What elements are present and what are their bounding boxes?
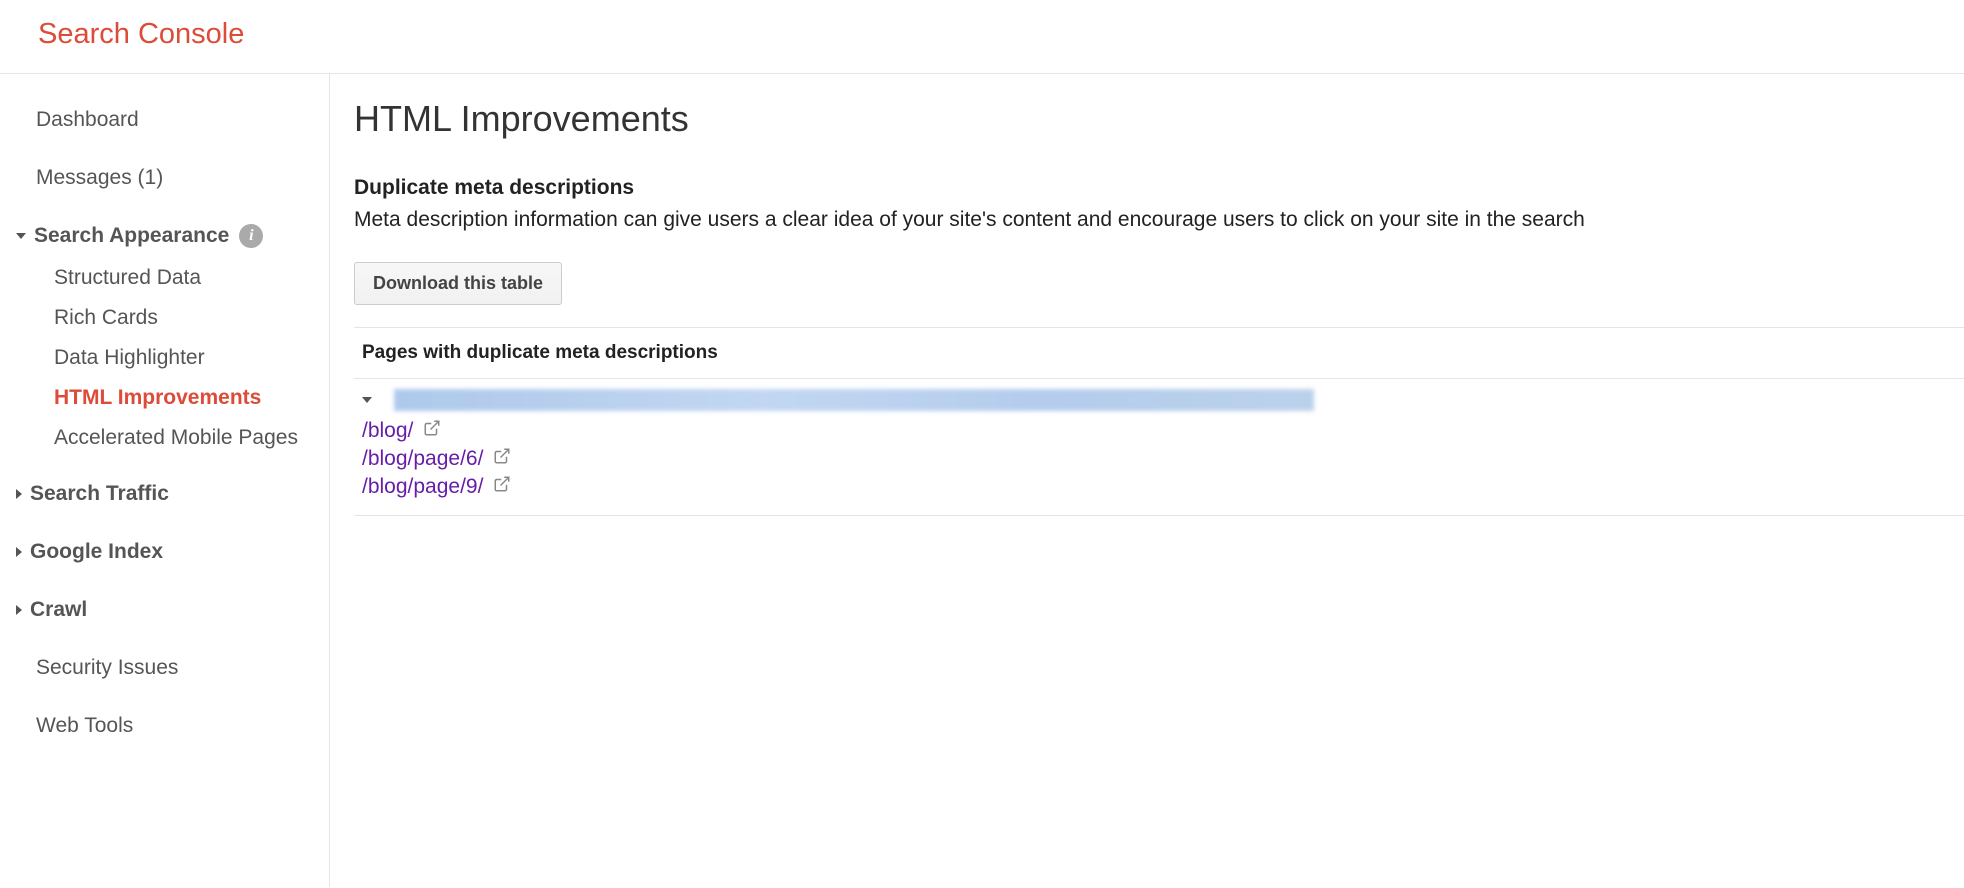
sidebar-section-label: Search Traffic — [30, 482, 169, 506]
external-link-icon[interactable] — [493, 475, 511, 499]
sidebar-item-dashboard[interactable]: Dashboard — [0, 98, 329, 142]
layout: Dashboard Messages (1) Search Appearance… — [0, 74, 1964, 887]
table-row: /blog/ /blog/page/6/ /blog/page/9/ — [354, 379, 1964, 516]
sidebar: Dashboard Messages (1) Search Appearance… — [0, 74, 330, 887]
url-link[interactable]: /blog/page/9/ — [362, 473, 1956, 501]
sidebar-item-html-improvements[interactable]: HTML Improvements — [0, 378, 329, 418]
sidebar-item-messages[interactable]: Messages (1) — [0, 156, 329, 200]
main-content: HTML Improvements Duplicate meta descrip… — [330, 74, 1964, 887]
url-text: /blog/page/9/ — [362, 475, 483, 499]
section-header: Duplicate meta descriptions — [354, 176, 1964, 200]
sidebar-section-label: Google Index — [30, 540, 163, 564]
external-link-icon[interactable] — [423, 419, 441, 443]
sidebar-item-data-highlighter[interactable]: Data Highlighter — [0, 338, 329, 378]
url-text: /blog/ — [362, 419, 413, 443]
sidebar-item-amp[interactable]: Accelerated Mobile Pages — [0, 418, 329, 458]
caret-down-icon — [16, 233, 26, 239]
sidebar-section-label: Crawl — [30, 598, 87, 622]
sidebar-section-search-appearance[interactable]: Search Appearance i — [0, 214, 329, 258]
table-header: Pages with duplicate meta descriptions — [354, 327, 1964, 379]
url-link[interactable]: /blog/page/6/ — [362, 445, 1956, 473]
page-title: HTML Improvements — [354, 98, 1964, 140]
sidebar-item-label: Dashboard — [36, 108, 139, 132]
download-table-button[interactable]: Download this table — [354, 262, 562, 305]
sidebar-item-web-tools[interactable]: Web Tools — [0, 704, 329, 748]
sidebar-item-label: Rich Cards — [54, 306, 158, 329]
expand-toggle[interactable] — [362, 389, 1956, 411]
info-icon[interactable]: i — [239, 224, 263, 248]
url-text: /blog/page/6/ — [362, 447, 483, 471]
caret-right-icon — [16, 489, 22, 499]
sidebar-item-label: Web Tools — [36, 714, 133, 738]
sidebar-item-label: Structured Data — [54, 266, 201, 289]
app-header: Search Console — [0, 0, 1964, 74]
sidebar-section-crawl[interactable]: Crawl — [0, 588, 329, 632]
sidebar-section-search-traffic[interactable]: Search Traffic — [0, 472, 329, 516]
sidebar-item-rich-cards[interactable]: Rich Cards — [0, 298, 329, 338]
sidebar-item-security-issues[interactable]: Security Issues — [0, 646, 329, 690]
sidebar-section-label: Search Appearance — [34, 224, 229, 248]
external-link-icon[interactable] — [493, 447, 511, 471]
caret-down-icon — [362, 397, 372, 403]
sidebar-section-google-index[interactable]: Google Index — [0, 530, 329, 574]
sidebar-item-structured-data[interactable]: Structured Data — [0, 258, 329, 298]
sidebar-item-label: Messages (1) — [36, 166, 163, 190]
sidebar-item-label: HTML Improvements — [54, 386, 261, 409]
caret-right-icon — [16, 547, 22, 557]
section-description: Meta description information can give us… — [354, 208, 1964, 232]
sidebar-item-label: Data Highlighter — [54, 346, 205, 369]
url-link[interactable]: /blog/ — [362, 417, 1956, 445]
sidebar-item-label: Security Issues — [36, 656, 178, 680]
caret-right-icon — [16, 605, 22, 615]
sidebar-item-label: Accelerated Mobile Pages — [54, 426, 298, 449]
redacted-description — [394, 389, 1314, 411]
app-title[interactable]: Search Console — [38, 18, 1964, 51]
